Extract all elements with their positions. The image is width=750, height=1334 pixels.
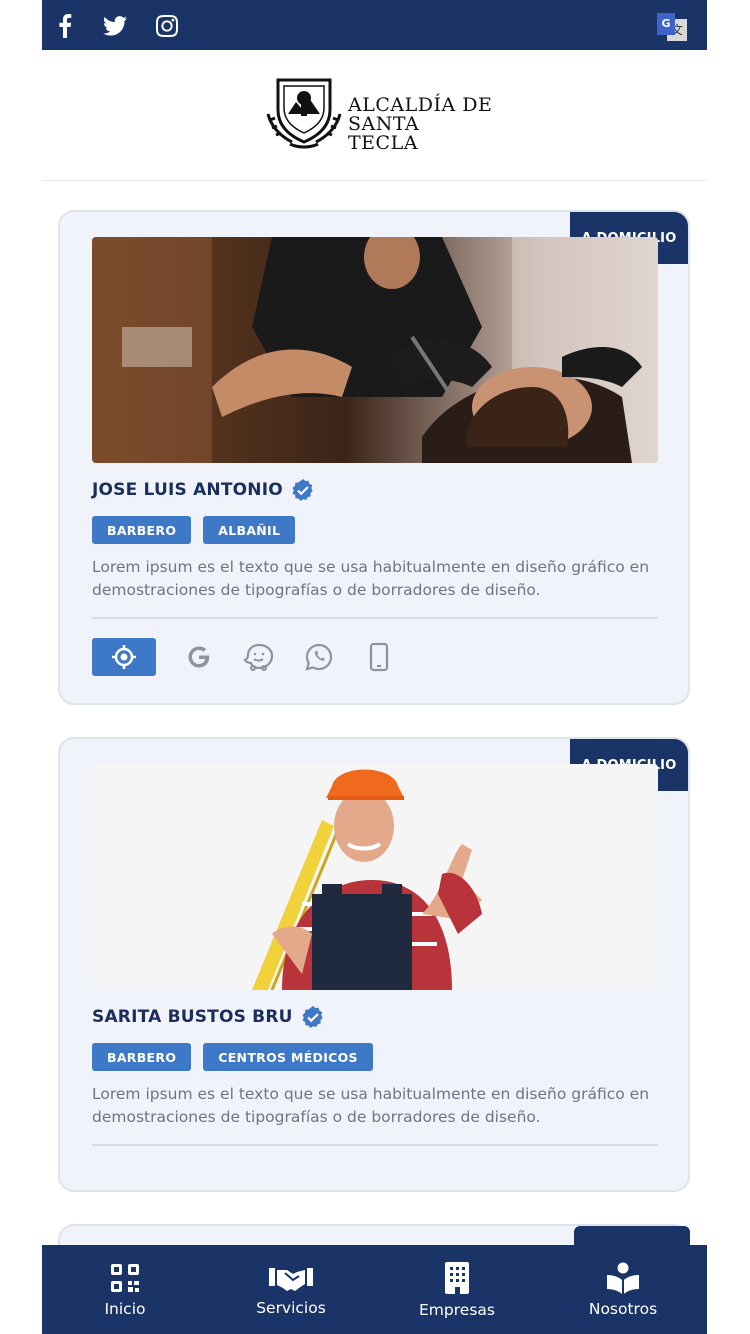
translate-g-glyph: G [657,13,675,35]
twitter-icon[interactable] [102,13,128,39]
app-container: 文 G ALCALDÍA DE SANTA TECLA A DOMICILIO [42,0,707,1334]
nav-nosotros[interactable]: Nosotros [540,1245,706,1334]
tag-albanil[interactable]: ALBAÑIL [203,516,296,544]
nav-label: Empresas [419,1300,495,1319]
tag-barbero[interactable]: BARBERO [92,1043,192,1071]
instagram-icon[interactable] [154,13,180,39]
nav-servicios[interactable]: Servicios [208,1245,374,1334]
provider-name-row: JOSE LUIS ANTONIO [92,478,315,502]
tag-centros-medicos[interactable]: CENTROS MÉDICOS [203,1043,373,1071]
tag-barbero[interactable]: BARBERO [92,516,192,544]
top-bar: 文 G [42,0,707,50]
waze-icon[interactable] [242,640,276,674]
whatsapp-icon[interactable] [302,640,336,674]
google-icon[interactable] [182,640,216,674]
verified-icon [292,479,313,501]
nav-label: Inicio [104,1299,146,1318]
header: ALCALDÍA DE SANTA TECLA [42,50,707,181]
provider-card[interactable]: A DOMICILIO SARITA BUSTOS BRU [58,737,690,1192]
tags: BARBERO ALBAÑIL [92,516,296,544]
facebook-icon[interactable] [52,13,78,39]
divider [92,1144,658,1146]
verified-icon [302,1006,323,1028]
divider [92,617,658,619]
provider-card[interactable]: A DOMICILIO [58,210,690,705]
handshake-icon [269,1267,313,1291]
logo-line-2: SANTA TECLA [348,113,420,154]
location-target-icon [112,645,136,669]
nav-inicio[interactable]: Inicio [42,1245,208,1334]
provider-description: Lorem ipsum es el texto que se usa habit… [92,1085,650,1126]
logo-text: ALCALDÍA DE SANTA TECLA [348,96,494,153]
translate-icon[interactable]: 文 G [657,13,689,41]
contact-actions [92,638,422,676]
nav-empresas[interactable]: Empresas [374,1245,540,1334]
building-icon [445,1261,469,1294]
provider-description: Lorem ipsum es el texto que se usa habit… [92,558,650,599]
provider-name: JOSE LUIS ANTONIO [92,480,283,500]
location-button[interactable] [92,638,156,676]
tags: BARBERO CENTROS MÉDICOS [92,1043,373,1071]
nav-label: Servicios [256,1298,326,1317]
provider-photo [92,764,658,990]
crest-icon [266,78,342,149]
provider-photo [92,237,658,463]
logo[interactable]: ALCALDÍA DE SANTA TECLA [264,74,494,154]
qr-icon [111,1263,139,1292]
nav-label: Nosotros [588,1299,658,1318]
provider-name-row: SARITA BUSTOS BRU [92,1005,325,1029]
phone-icon[interactable] [362,640,396,674]
book-reader-icon [607,1262,639,1294]
bottom-nav: Inicio Servicios Empresas Nosotros [42,1245,707,1334]
provider-name: SARITA BUSTOS BRU [92,1007,293,1027]
